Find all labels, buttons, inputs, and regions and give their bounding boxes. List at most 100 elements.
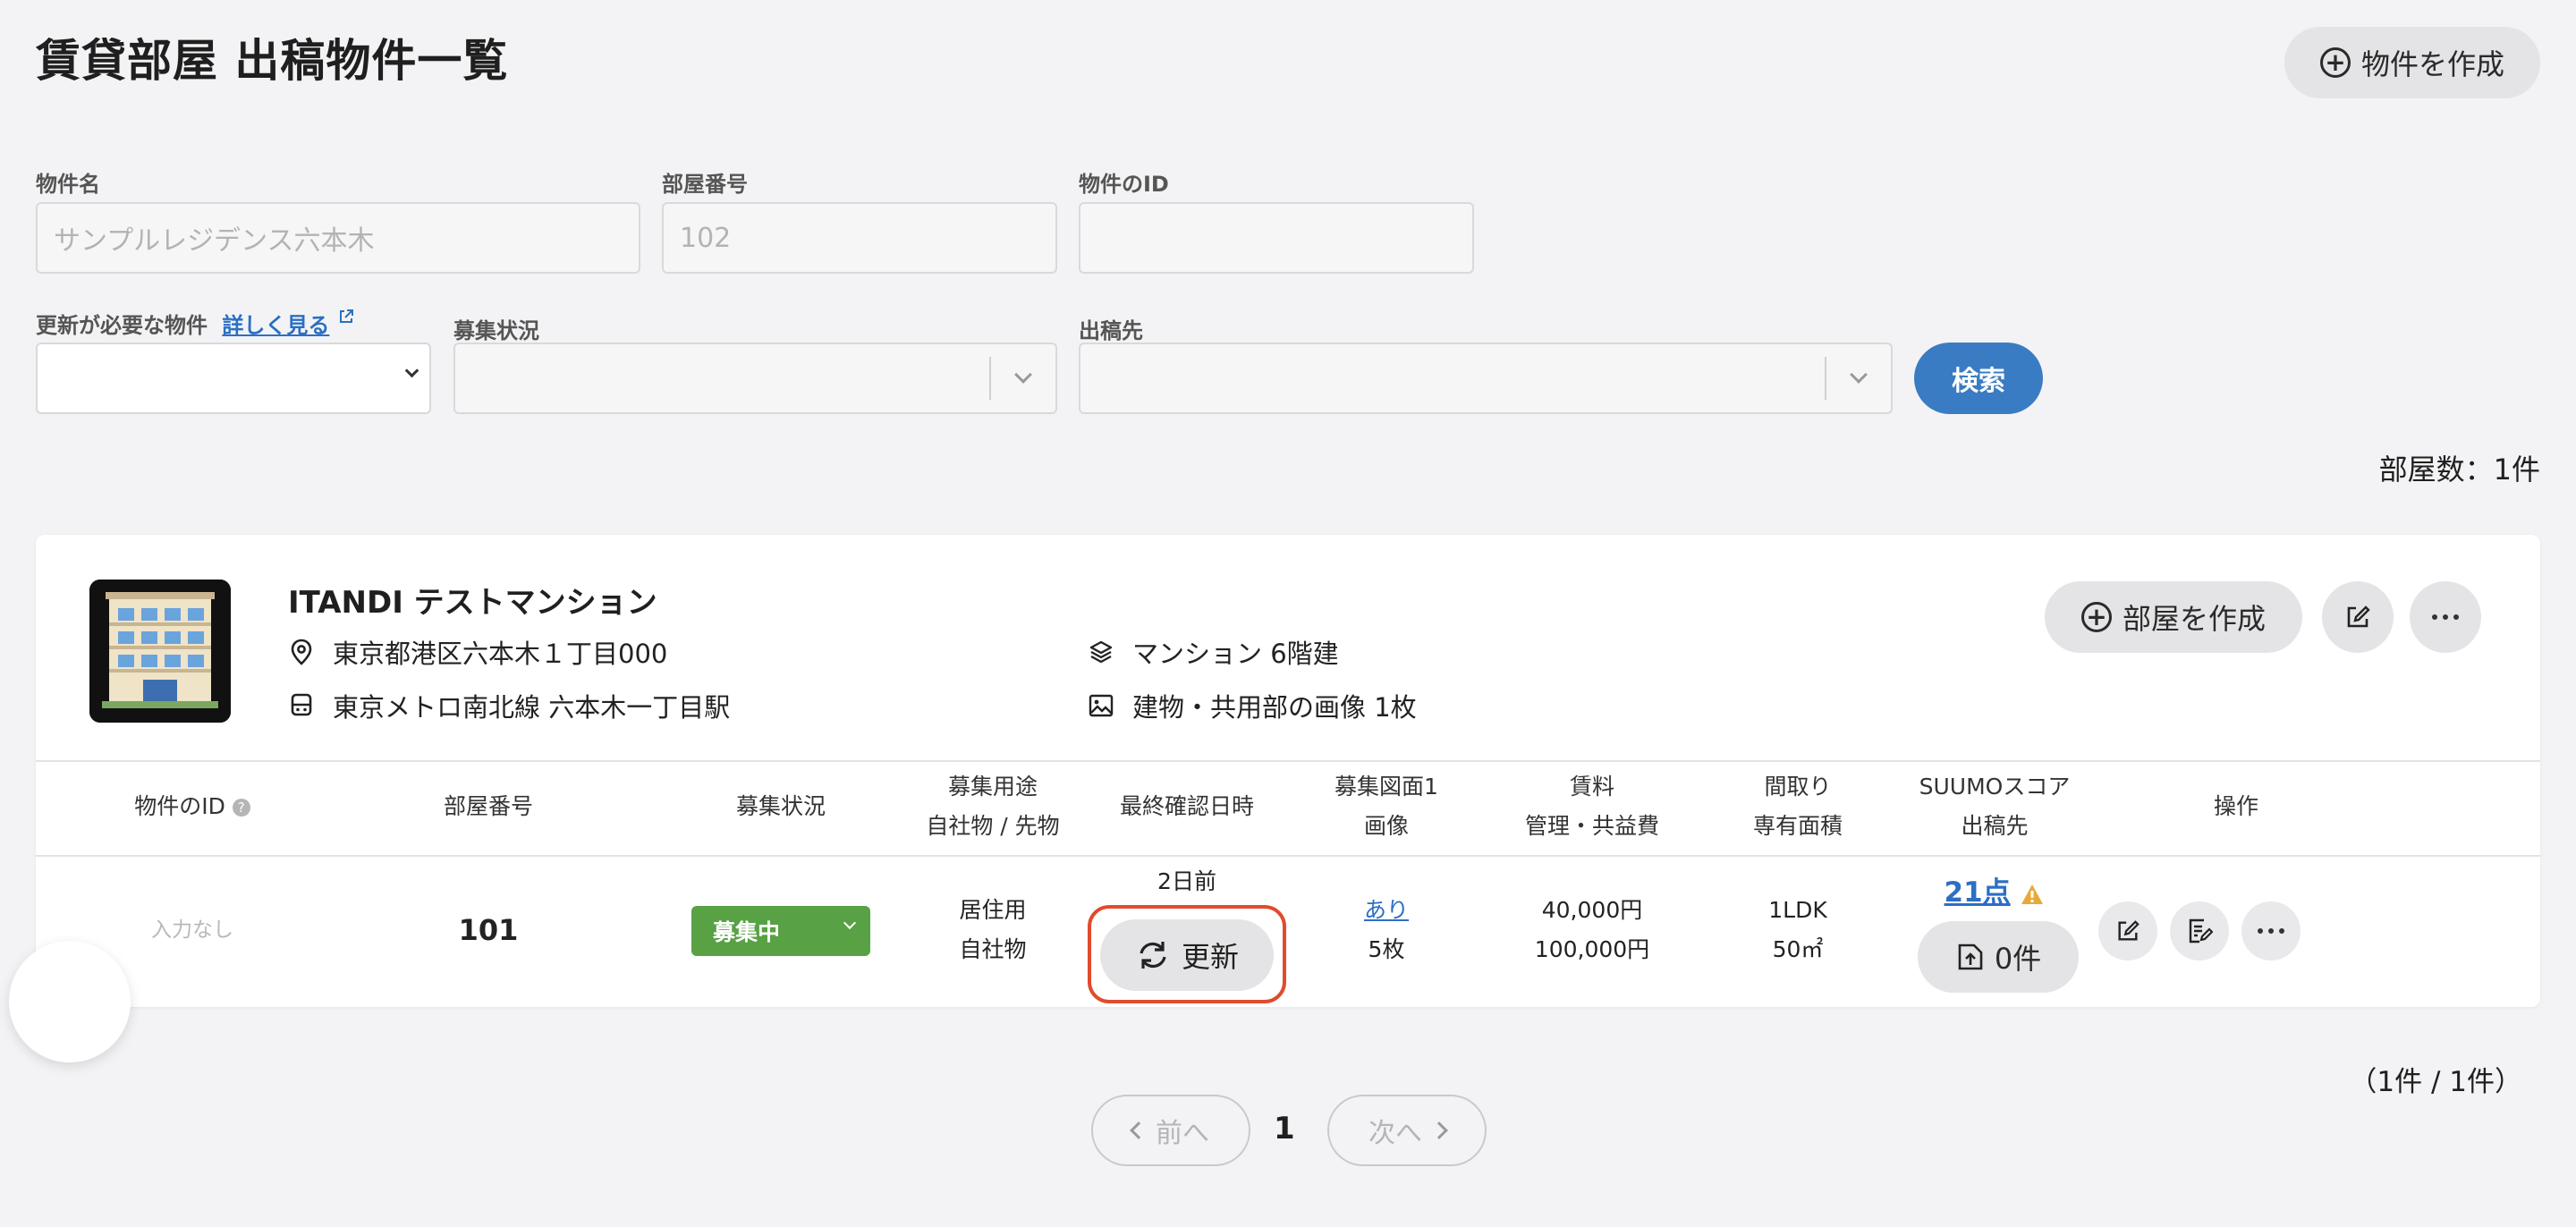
create-room-button[interactable]: + 部屋を作成 [2045,581,2302,653]
publish-button[interactable]: 0件 [1918,921,2079,993]
floating-widget[interactable] [9,941,131,1062]
status-select[interactable]: 募集中 [691,906,870,956]
next-page-button[interactable]: 次へ [1327,1095,1487,1166]
warning-icon [2021,884,2044,904]
col-header-status: 募集状況 [735,793,826,819]
row-more-button[interactable] [2241,901,2301,960]
suumo-score-link[interactable]: 21点 [1945,876,2011,909]
room-number-input[interactable]: 102 [662,202,1057,274]
prev-page-button[interactable]: 前へ [1091,1095,1250,1166]
col-header-layout-1: 間取り [1764,774,1832,800]
create-property-button[interactable]: + 物件を作成 [2284,27,2540,98]
row-layout: 1LDK 50㎡ [1717,891,1878,969]
chevron-down-icon [843,916,857,930]
chevron-down-icon [1850,366,1868,384]
property-name: ITANDI テストマンション [288,585,657,621]
upload-file-icon [1958,944,1983,970]
more-dots-icon [2432,614,2459,620]
col-header-suumo-1: SUUMOスコア [1919,774,2071,800]
suumo-score: 21点 [1896,869,2093,910]
page-title: 賃貸部屋 出稿物件一覧 [36,35,509,87]
col-header-usage-2: 自社物 / 先物 [926,813,1060,839]
col-header-layout: 間取り 専有面積 [1717,767,1878,846]
create-room-label: 部屋を作成 [2122,602,2266,636]
row-room-number[interactable]: 101 [394,910,583,950]
prev-label: 前へ [1156,1118,1209,1149]
fee-value: 100,000円 [1534,936,1650,962]
row-usage-1: 居住用 [959,897,1027,923]
col-header-suumo-2: 出稿先 [1961,813,2029,839]
address-text: 東京都港区六本木１丁目000 [333,639,668,669]
floorplan-link[interactable]: あり [1297,891,1476,930]
create-property-label: 物件を作成 [2360,47,2504,81]
col-header-id: 物件のID ? [107,787,277,826]
layers-icon [1088,639,1114,665]
chevron-down-icon [1014,366,1032,384]
building-info: マンション 6階建 [1088,633,1339,671]
edit-icon [2347,605,2370,628]
room-number-label: 部屋番号 [662,172,748,197]
property-card: ITANDI テストマンション 東京都港区六本木１丁目000 東京メトロ南北線 … [36,535,2540,1007]
property-name-input[interactable]: サンプルレジデンス六本木 [36,202,640,274]
images-text: 建物・共用部の画像 1枚 [1132,692,1417,723]
station-text: 東京メトロ南北線 六本木一丁目駅 [333,692,731,723]
external-link-icon [339,309,353,323]
recruit-status-select[interactable] [453,343,1057,414]
layout-value: 1LDK [1768,897,1827,923]
property-name-label: 物件名 [36,172,100,197]
row-rent: 40,000円 100,000円 [1485,891,1699,969]
col-header-suumo: SUUMOスコア 出稿先 [1896,767,2093,846]
col-header-usage: 募集用途 自社物 / 先物 [912,767,1073,846]
col-header-rent-2: 管理・共益費 [1524,813,1659,839]
search-button[interactable]: 検索 [1914,343,2043,414]
property-id-label: 物件のID [1079,172,1169,197]
rent-value: 40,000円 [1541,897,1643,923]
image-icon [1088,692,1114,719]
col-header-id-label: 物件のID [134,793,225,819]
station-info: 東京メトロ南北線 六本木一丁目駅 [288,687,730,724]
row-note-button[interactable] [2170,901,2229,960]
needs-update-label: 更新が必要な物件 詳しく見る [36,308,355,339]
col-header-usage-1: 募集用途 [947,774,1038,800]
refresh-icon [1140,942,1166,969]
row-edit-button[interactable] [2098,901,2157,960]
col-header-layout-2: 専有面積 [1752,813,1843,839]
row-checked-ago: 2日前 [1157,868,1216,894]
status-label: 募集中 [713,919,781,945]
refresh-button[interactable]: 更新 [1100,919,1274,991]
col-header-checked: 最終確認日時 [1119,793,1254,819]
col-header-rent: 賃料 管理・共益費 [1485,767,1699,846]
refresh-highlight: 更新 [1088,905,1286,1003]
images-info: 建物・共用部の画像 1枚 [1088,687,1417,724]
help-icon[interactable]: ? [232,799,250,817]
row-usage-2: 自社物 [959,936,1027,962]
property-id-input[interactable] [1079,202,1474,274]
details-link[interactable]: 詳しく見る [222,313,329,338]
edit-property-button[interactable] [2322,581,2394,653]
publish-to-select[interactable] [1079,343,1893,414]
plus-circle-icon: + [2080,602,2112,632]
recruit-status-label: 募集状況 [453,318,539,343]
note-edit-icon [2189,918,2213,944]
images-count: 5枚 [1368,936,1405,962]
needs-update-select[interactable] [36,343,431,414]
plus-circle-icon: + [2319,47,2351,78]
building-thumbnail[interactable] [89,580,231,723]
chevron-down-icon [404,363,419,378]
card-divider [36,760,2540,762]
more-options-button[interactable] [2410,581,2481,653]
current-page[interactable]: 1 [1274,1111,1295,1147]
train-icon [288,692,315,719]
edit-icon [2118,920,2140,941]
room-count: 部屋数：1件 [2378,453,2540,487]
chevron-left-icon [1130,1121,1148,1139]
building-image [89,580,231,723]
row-usage: 居住用 自社物 [912,891,1073,969]
row-id-empty: 入力なし [151,918,233,942]
address-info: 東京都港区六本木１丁目000 [288,633,667,671]
publish-count: 0件 [1994,942,2042,976]
building-text: マンション 6階建 [1132,639,1339,669]
more-dots-icon [2258,928,2284,934]
room-number-placeholder: 102 [680,222,732,254]
col-header-ops: 操作 [2213,793,2258,819]
